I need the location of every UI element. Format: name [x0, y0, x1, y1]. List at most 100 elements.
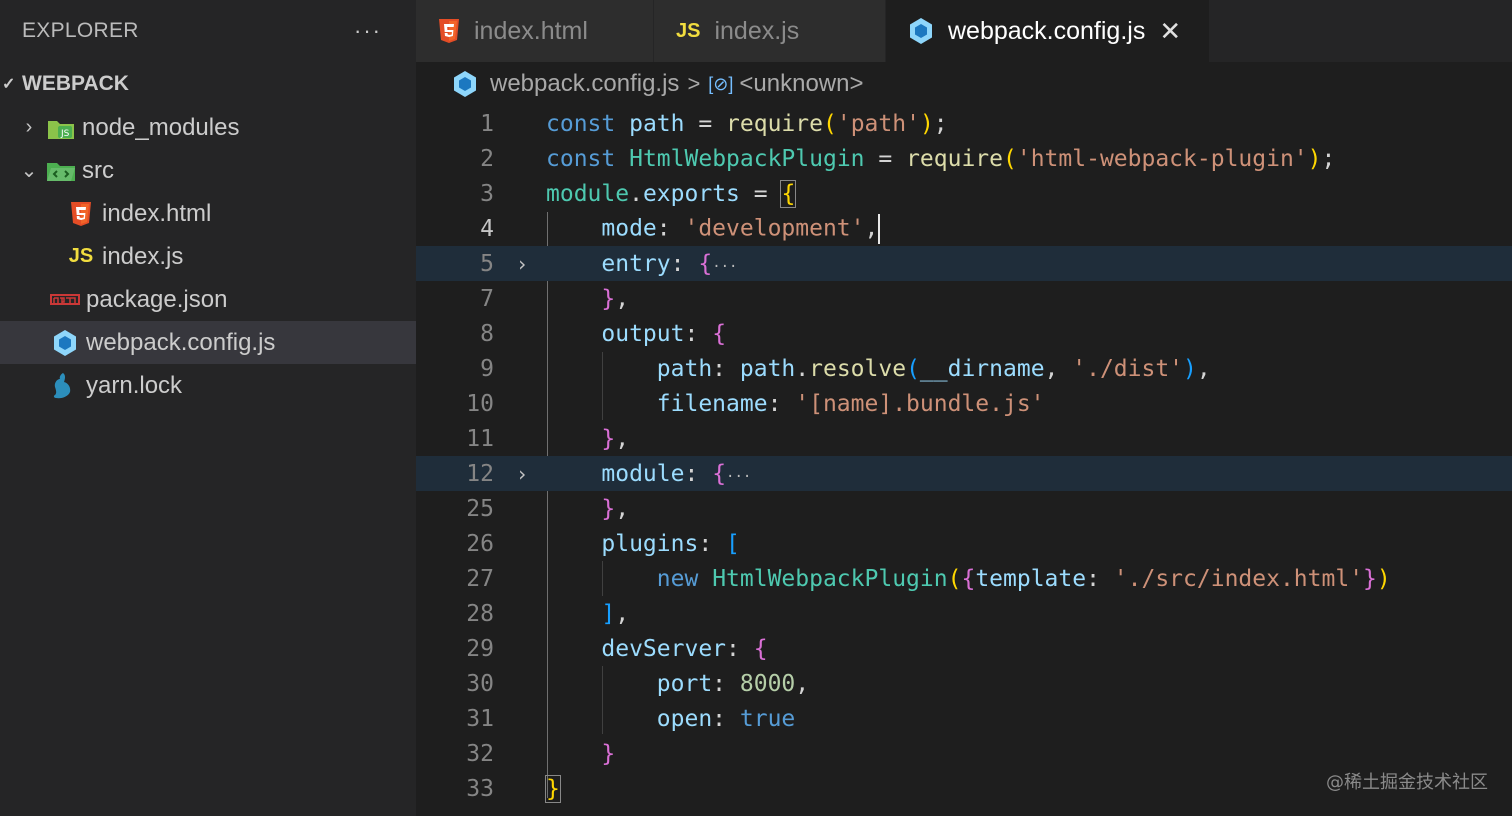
- code-text: entry: {···: [601, 250, 738, 277]
- section-label: WEBPACK: [22, 72, 129, 95]
- code-line: 29 devServer: {: [416, 631, 1512, 666]
- code-line: 2 const HtmlWebpackPlugin = require('htm…: [416, 141, 1512, 176]
- js-icon: JS: [676, 19, 701, 42]
- line-number: 29: [466, 635, 494, 662]
- code-text: devServer: {: [601, 635, 768, 662]
- line-number: 30: [466, 670, 494, 697]
- line-number: 2: [480, 145, 494, 172]
- code-text: filename: '[name].bundle.js': [656, 390, 1045, 417]
- svg-text:JS: JS: [60, 129, 70, 139]
- node-modules-folder-icon: JS: [42, 113, 80, 143]
- line-number: 32: [466, 740, 494, 767]
- code-text: module: {···: [601, 460, 752, 487]
- html5-icon: [438, 18, 460, 44]
- fold-chevron-icon[interactable]: ›: [516, 462, 528, 486]
- workspace-section-webpack[interactable]: ✓ WEBPACK: [0, 62, 416, 106]
- webpack-icon: [46, 328, 84, 358]
- code-line: 28 ],: [416, 596, 1512, 631]
- code-text: },: [601, 425, 630, 452]
- tree-item-label: webpack.config.js: [86, 328, 276, 356]
- code-text: ],: [601, 600, 630, 627]
- symbol-icon: [⊘]: [708, 73, 734, 94]
- js-icon: JS: [68, 245, 94, 267]
- code-text: module.exports = {: [546, 179, 797, 208]
- tree-item-index-js[interactable]: JS index.js: [0, 235, 416, 278]
- tree-item-index-html[interactable]: index.html: [0, 192, 416, 235]
- code-text: port: 8000,: [656, 670, 810, 697]
- line-number: 26: [466, 530, 494, 557]
- npm-icon: [46, 285, 84, 315]
- watermark: @稀土掘金技术社区: [1326, 772, 1488, 793]
- code-editor[interactable]: 1 const path = require('path'); 2 const …: [416, 106, 1512, 816]
- code-text: plugins: [: [601, 530, 740, 557]
- tree-item-label: index.html: [102, 199, 212, 227]
- line-number: 10: [466, 390, 494, 417]
- chevron-right-icon: ›: [25, 116, 33, 138]
- code-line: 8 output: {: [416, 316, 1512, 351]
- tab-index-html[interactable]: index.html: [416, 0, 654, 62]
- line-number: 12: [466, 460, 494, 487]
- tab-label: index.js: [714, 16, 800, 45]
- tab-label: webpack.config.js: [948, 16, 1146, 45]
- line-number: 11: [466, 425, 494, 452]
- code-line: 32 }: [416, 736, 1512, 771]
- code-line: 9 path: path.resolve(__dirname, './dist'…: [416, 351, 1512, 386]
- code-line: 25 },: [416, 491, 1512, 526]
- line-number: 31: [466, 705, 494, 732]
- line-number: 25: [466, 495, 494, 522]
- tab-index-js[interactable]: JS index.js: [654, 0, 886, 62]
- tree-item-label: node_modules: [82, 113, 240, 141]
- code-line: 3 module.exports = {: [416, 176, 1512, 211]
- tab-webpack-config[interactable]: webpack.config.js ✕: [886, 0, 1210, 62]
- code-line: 1 const path = require('path');: [416, 106, 1512, 141]
- tree-item-label: package.json: [86, 285, 228, 313]
- breadcrumb-symbol[interactable]: <unknown>: [739, 70, 863, 98]
- webpack-icon: [452, 70, 478, 98]
- code-line: 26 plugins: [: [416, 526, 1512, 561]
- chevron-down-icon: ⌄: [20, 160, 38, 182]
- code-line: 11 },: [416, 421, 1512, 456]
- close-icon[interactable]: ✕: [1159, 16, 1181, 47]
- code-line: 30 port: 8000,: [416, 666, 1512, 701]
- code-text: const path = require('path');: [546, 110, 948, 137]
- breadcrumb: webpack.config.js > [⊘] <unknown>: [416, 62, 1512, 106]
- editor-area: index.html JS index.js webpack.config.js…: [416, 0, 1512, 816]
- src-folder-icon: [42, 156, 80, 186]
- code-text: output: {: [601, 320, 727, 347]
- chevron-down-icon: ✓: [2, 76, 16, 93]
- line-number: 8: [480, 320, 494, 347]
- code-text: },: [601, 495, 630, 522]
- explorer-sidebar: EXPLORER ··· ✓ WEBPACK › JS node_modules…: [0, 0, 416, 816]
- tree-item-label: yarn.lock: [86, 371, 183, 399]
- line-number: 4: [480, 215, 494, 242]
- yarn-icon: [46, 371, 84, 401]
- code-text: const HtmlWebpackPlugin = require('html-…: [546, 145, 1336, 172]
- line-number: 1: [480, 110, 494, 137]
- explorer-title: EXPLORER: [22, 19, 139, 42]
- line-number: 3: [480, 180, 494, 207]
- tree-item-src[interactable]: ⌄ src: [0, 149, 416, 192]
- code-line-folded: 5 › entry: {···: [416, 246, 1512, 281]
- code-line: 27 new HtmlWebpackPlugin({template: './s…: [416, 561, 1512, 596]
- code-text: new HtmlWebpackPlugin({template: './src/…: [656, 565, 1391, 592]
- line-number: 27: [466, 565, 494, 592]
- breadcrumb-file[interactable]: webpack.config.js: [490, 70, 679, 98]
- chevron-right-icon: >: [687, 71, 701, 96]
- tree-item-yarn-lock[interactable]: yarn.lock: [0, 364, 416, 407]
- line-number: 7: [480, 285, 494, 312]
- tree-item-package-json[interactable]: package.json: [0, 278, 416, 321]
- line-number: 28: [466, 600, 494, 627]
- tree-item-label: index.js: [102, 242, 184, 270]
- code-text: },: [601, 285, 630, 312]
- text-cursor: [878, 213, 881, 244]
- tree-item-webpack-config[interactable]: webpack.config.js: [0, 321, 416, 364]
- tree-item-node-modules[interactable]: › JS node_modules: [0, 106, 416, 149]
- line-number: 5: [480, 250, 494, 277]
- more-actions-icon[interactable]: ···: [354, 18, 382, 44]
- code-line: 4 mode: 'development',: [416, 211, 1512, 246]
- code-line: 10 filename: '[name].bundle.js': [416, 386, 1512, 421]
- code-text: }: [601, 740, 616, 767]
- html5-icon: [62, 199, 100, 229]
- fold-chevron-icon[interactable]: ›: [516, 252, 528, 276]
- tab-bar: index.html JS index.js webpack.config.js…: [416, 0, 1512, 62]
